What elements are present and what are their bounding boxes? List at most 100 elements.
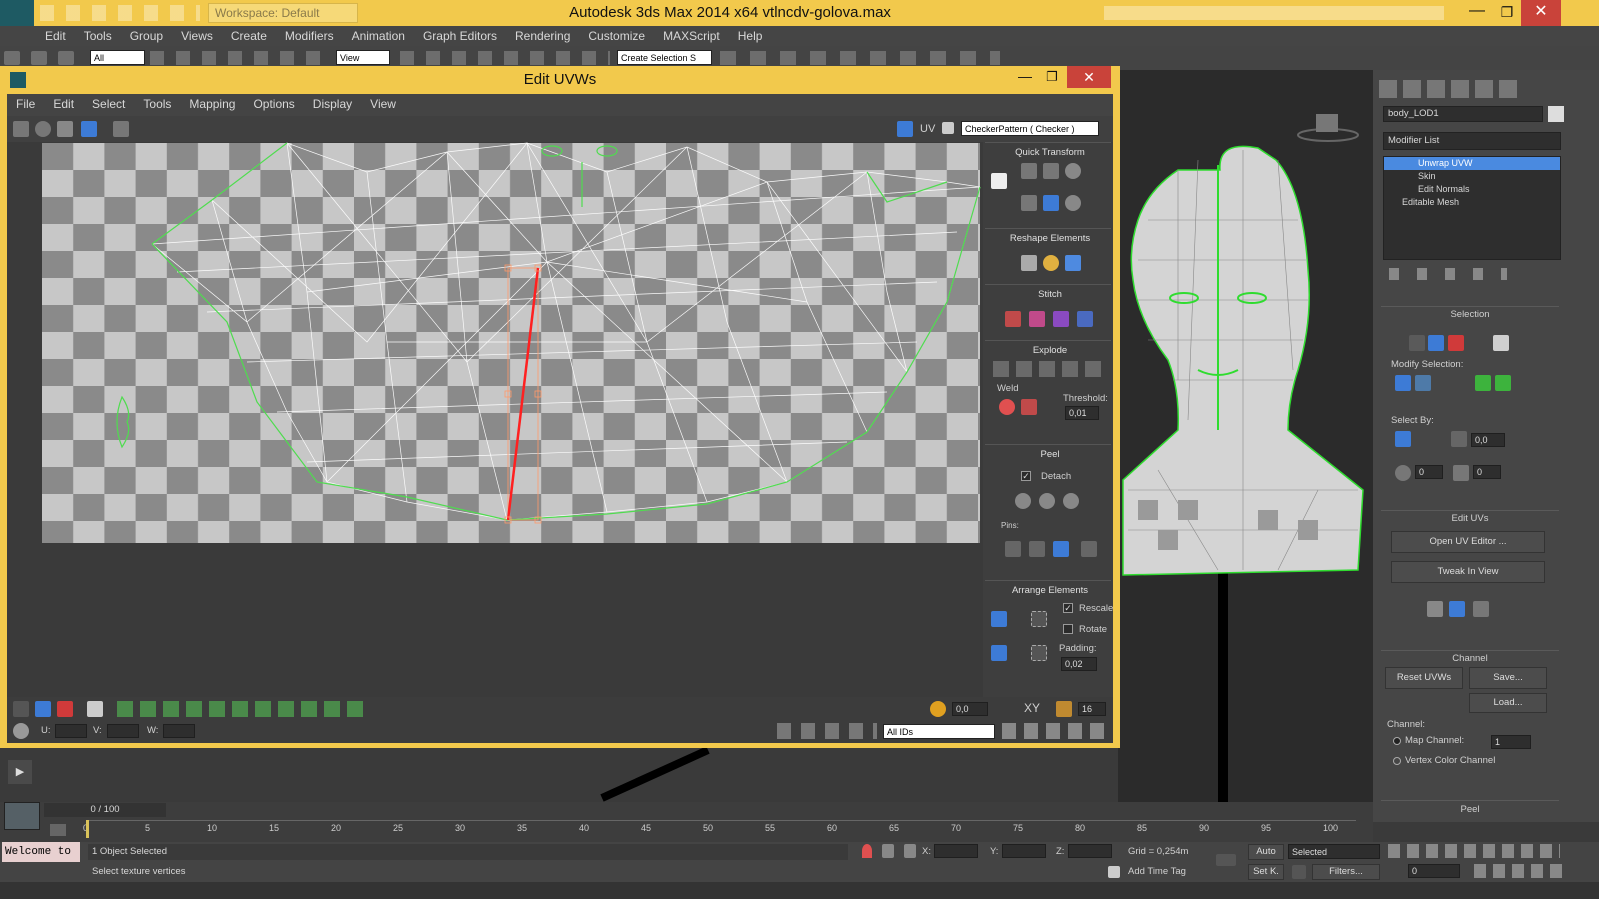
key-icon[interactable]: [1216, 854, 1236, 866]
menu-graph-editors[interactable]: Graph Editors: [414, 26, 506, 46]
map-channel-spinner[interactable]: 1: [1491, 735, 1531, 749]
planar-angle-icon[interactable]: [1451, 431, 1467, 447]
menu-edit[interactable]: Edit: [36, 26, 75, 46]
soft-selection-icon[interactable]: [930, 701, 946, 717]
open-uv-editor-button[interactable]: Open UV Editor ...: [1391, 531, 1545, 553]
stitch-target-icon[interactable]: [1029, 311, 1045, 327]
key-mode-icon[interactable]: [1292, 865, 1306, 879]
quick-planar-map-icon[interactable]: [1449, 601, 1465, 617]
key-filter-dropdown[interactable]: Selected: [1288, 844, 1380, 859]
uv-selection-tools[interactable]: [117, 701, 367, 717]
uv-editor-canvas[interactable]: [7, 142, 983, 697]
explode-tools[interactable]: [993, 361, 1105, 377]
uv-maximize-icon[interactable]: ❐: [1040, 69, 1064, 85]
object-color-swatch[interactable]: [1548, 106, 1564, 122]
stitch-custom-icon[interactable]: [1005, 311, 1021, 327]
current-frame-spinner[interactable]: 0: [1408, 864, 1460, 878]
pack-normalize-icon[interactable]: [991, 611, 1007, 627]
edge-mode-icon[interactable]: [1428, 335, 1444, 351]
stack-tools[interactable]: [1389, 268, 1507, 280]
map-channel-radio[interactable]: [1393, 737, 1401, 745]
align-vertical-icon[interactable]: [1043, 163, 1059, 179]
uv-menu-tools[interactable]: Tools: [134, 94, 180, 114]
rotate-checkbox[interactable]: [1063, 624, 1073, 634]
smoothing-spinner[interactable]: 0: [1415, 465, 1443, 479]
stitch-source-icon[interactable]: [1077, 311, 1093, 327]
uv-menu-options[interactable]: Options: [244, 94, 303, 114]
modifier-stack-item[interactable]: Skin: [1384, 170, 1560, 183]
perspective-viewport[interactable]: [1118, 70, 1373, 802]
menu-animation[interactable]: Animation: [343, 26, 414, 46]
grow-selection-icon[interactable]: [1395, 375, 1411, 391]
menu-customize[interactable]: Customize: [579, 26, 654, 46]
y-coordinate[interactable]: [1002, 844, 1046, 858]
set-key-button[interactable]: Set K.: [1248, 864, 1284, 880]
shrink-selection-icon[interactable]: [1415, 375, 1431, 391]
menu-modifiers[interactable]: Modifiers: [276, 26, 343, 46]
align-view-icon[interactable]: [1473, 601, 1489, 617]
uv-element-icon[interactable]: [87, 701, 103, 717]
menu-rendering[interactable]: Rendering: [506, 26, 579, 46]
uv-mode-label[interactable]: UV: [920, 123, 935, 135]
w-spinner[interactable]: [163, 724, 195, 738]
relax-icon[interactable]: [1043, 255, 1059, 271]
time-tag-icon[interactable]: [1108, 866, 1120, 878]
absolute-mode-icon[interactable]: [904, 844, 916, 858]
pin-selected-icon[interactable]: [1005, 541, 1021, 557]
menu-help[interactable]: Help: [729, 26, 772, 46]
menu-group[interactable]: Group: [121, 26, 172, 46]
threshold-spinner[interactable]: 0,01: [1065, 406, 1099, 420]
scale-icon[interactable]: [57, 121, 73, 137]
menu-views[interactable]: Views: [172, 26, 222, 46]
rotate-cw-icon[interactable]: [1065, 195, 1081, 211]
xy-toggle[interactable]: XY: [1024, 701, 1040, 715]
mirror-icon[interactable]: [113, 121, 129, 137]
selection-filter-dropdown[interactable]: All: [90, 50, 145, 65]
add-time-tag[interactable]: Add Time Tag: [1128, 866, 1186, 877]
uv-close-icon[interactable]: ✕: [1067, 66, 1111, 88]
bind-space-warp-icon[interactable]: [58, 51, 75, 65]
material-id-spinner[interactable]: 0: [1473, 465, 1501, 479]
unlink-icon[interactable]: [31, 51, 48, 65]
mini-listener-icon[interactable]: [4, 802, 40, 830]
ring-icon[interactable]: [1495, 375, 1511, 391]
detach-checkbox[interactable]: ✓: [1021, 471, 1031, 481]
reset-uvws-button[interactable]: Reset UVWs: [1385, 667, 1463, 689]
modifier-stack-item[interactable]: Editable Mesh: [1384, 196, 1560, 209]
peel-mode-icon[interactable]: [1039, 493, 1055, 509]
unpin-selected-icon[interactable]: [1029, 541, 1045, 557]
command-panel-tabs[interactable]: [1379, 80, 1519, 98]
menu-tools[interactable]: Tools: [75, 26, 121, 46]
pack-group-icon[interactable]: [1031, 645, 1047, 661]
modifier-list-dropdown[interactable]: Modifier List: [1383, 132, 1561, 150]
align-to-edge-icon[interactable]: [1021, 195, 1037, 211]
weld-target-icon[interactable]: [1021, 399, 1037, 415]
weld-selected-icon[interactable]: [999, 399, 1015, 415]
isolate-icon[interactable]: [862, 844, 872, 858]
stitch-average-icon[interactable]: [1053, 311, 1069, 327]
load-button[interactable]: Load...: [1469, 693, 1547, 713]
relax-settings-icon[interactable]: [1065, 255, 1081, 271]
vertex-color-radio[interactable]: [1393, 757, 1401, 765]
uv-minimize-icon[interactable]: —: [1013, 68, 1037, 84]
uv-polygon-icon[interactable]: [57, 701, 73, 717]
z-coordinate[interactable]: [1068, 844, 1112, 858]
u-spinner[interactable]: [55, 724, 87, 738]
select-link-icon[interactable]: [4, 51, 20, 65]
close-icon[interactable]: ✕: [1521, 0, 1561, 26]
quick-planar-icon[interactable]: [1427, 601, 1443, 617]
minimize-icon[interactable]: —: [1463, 0, 1491, 26]
modifier-stack-item[interactable]: Edit Normals: [1384, 183, 1560, 196]
modifier-stack-item[interactable]: Unwrap UVW: [1384, 157, 1560, 170]
checker-options-icon[interactable]: [942, 122, 954, 134]
menu-maxscript[interactable]: MAXScript: [654, 26, 729, 46]
auto-pin-moved-icon[interactable]: [1053, 541, 1069, 557]
show-map-icon[interactable]: [897, 121, 913, 137]
maximize-icon[interactable]: ❐: [1493, 0, 1521, 26]
uv-menu-file[interactable]: File: [7, 94, 44, 114]
key-filters-button[interactable]: Filters...: [1312, 864, 1380, 880]
play-icon[interactable]: ▶: [8, 760, 32, 784]
lock-tools[interactable]: [777, 723, 877, 739]
time-slider[interactable]: 0 / 100: [44, 803, 166, 817]
uv-menu-view[interactable]: View: [361, 94, 405, 114]
